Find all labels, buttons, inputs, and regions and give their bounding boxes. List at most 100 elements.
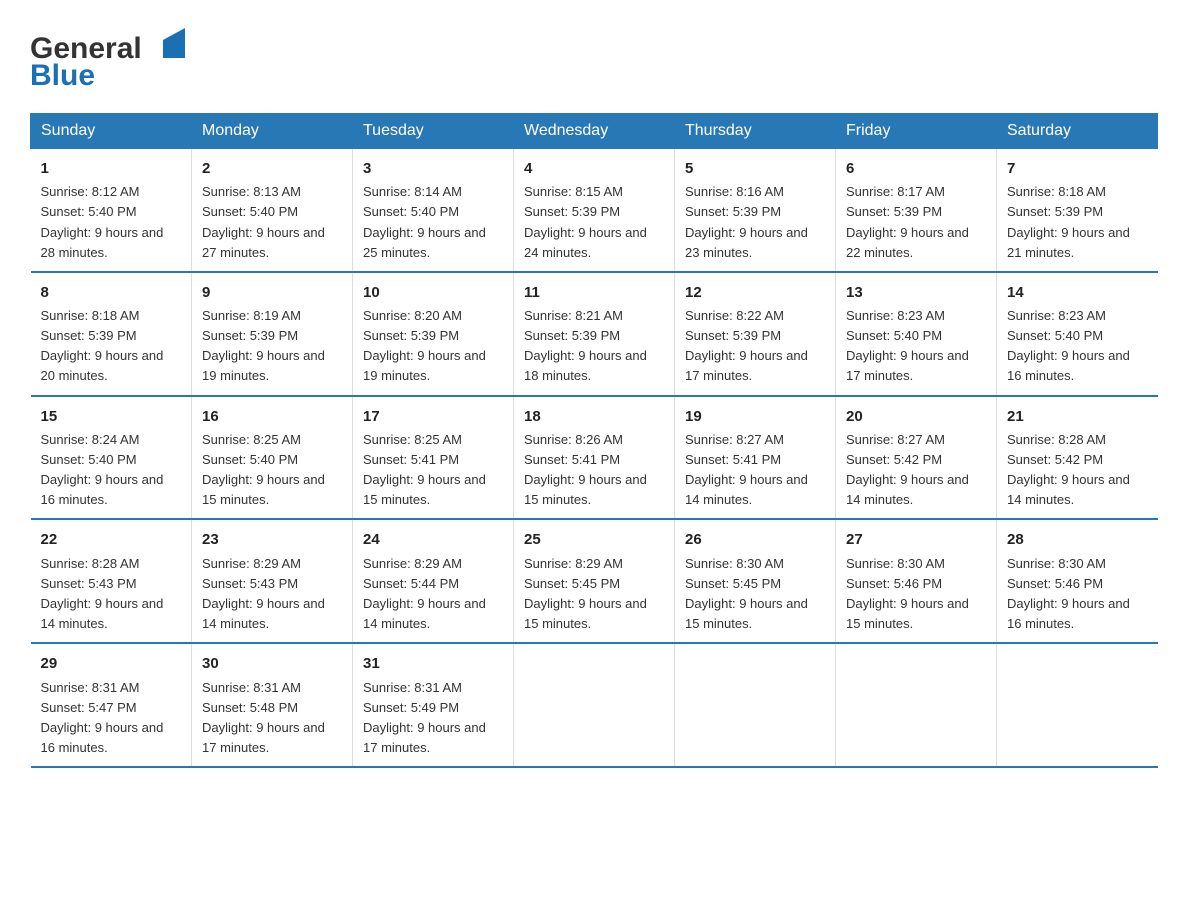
day-info: Sunrise: 8:15 AMSunset: 5:39 PMDaylight:… <box>524 182 664 263</box>
day-number: 15 <box>41 405 182 428</box>
day-info: Sunrise: 8:12 AMSunset: 5:40 PMDaylight:… <box>41 182 182 263</box>
header-saturday: Saturday <box>997 114 1158 149</box>
header-sunday: Sunday <box>31 114 192 149</box>
calendar-cell: 30Sunrise: 8:31 AMSunset: 5:48 PMDayligh… <box>192 643 353 767</box>
day-number: 31 <box>363 652 503 675</box>
calendar-cell: 7Sunrise: 8:18 AMSunset: 5:39 PMDaylight… <box>997 149 1158 272</box>
calendar-week-row: 29 Sunrise: 8:31 AMSunset: 5:47 PMDayligh… <box>31 643 1158 767</box>
day-number: 28 <box>1007 528 1148 551</box>
day-info: Sunrise: 8:18 AMSunset: 5:39 PMDaylight:… <box>41 306 182 387</box>
calendar-cell: 20Sunrise: 8:27 AMSunset: 5:42 PMDayligh… <box>836 396 997 520</box>
calendar-cell <box>675 643 836 767</box>
calendar-week-row: 22 Sunrise: 8:28 AMSunset: 5:43 PMDayligh… <box>31 519 1158 643</box>
day-number: 27 <box>846 528 986 551</box>
header-thursday: Thursday <box>675 114 836 149</box>
day-info: Sunrise: 8:23 AMSunset: 5:40 PMDaylight:… <box>1007 306 1148 387</box>
day-number: 29 <box>41 652 182 675</box>
day-number: 8 <box>41 281 182 304</box>
calendar-cell: 1Sunrise: 8:12 AMSunset: 5:40 PMDaylight… <box>31 149 192 272</box>
day-info: Sunrise: 8:29 AMSunset: 5:44 PMDaylight:… <box>363 554 503 635</box>
day-info: Sunrise: 8:29 AMSunset: 5:45 PMDaylight:… <box>524 554 664 635</box>
header-wednesday: Wednesday <box>514 114 675 149</box>
calendar-cell: 10Sunrise: 8:20 AMSunset: 5:39 PMDayligh… <box>353 272 514 396</box>
header-monday: Monday <box>192 114 353 149</box>
calendar-cell: 12Sunrise: 8:22 AMSunset: 5:39 PMDayligh… <box>675 272 836 396</box>
day-number: 23 <box>202 528 342 551</box>
header-friday: Friday <box>836 114 997 149</box>
calendar-header-row: SundayMondayTuesdayWednesdayThursdayFrid… <box>31 114 1158 149</box>
day-info: Sunrise: 8:20 AMSunset: 5:39 PMDaylight:… <box>363 306 503 387</box>
day-number: 6 <box>846 157 986 180</box>
day-number: 16 <box>202 405 342 428</box>
day-number: 3 <box>363 157 503 180</box>
calendar-cell: 22 Sunrise: 8:28 AMSunset: 5:43 PMDayligh… <box>31 519 192 643</box>
day-info: Sunrise: 8:31 AMSunset: 5:49 PMDaylight:… <box>363 678 503 759</box>
day-number: 9 <box>202 281 342 304</box>
calendar-cell: 21Sunrise: 8:28 AMSunset: 5:42 PMDayligh… <box>997 396 1158 520</box>
day-number: 19 <box>685 405 825 428</box>
logo-svg: General Blue <box>30 20 185 95</box>
calendar-cell: 5Sunrise: 8:16 AMSunset: 5:39 PMDaylight… <box>675 149 836 272</box>
day-number: 17 <box>363 405 503 428</box>
calendar-week-row: 1Sunrise: 8:12 AMSunset: 5:40 PMDaylight… <box>31 149 1158 272</box>
day-number: 10 <box>363 281 503 304</box>
calendar-week-row: 8Sunrise: 8:18 AMSunset: 5:39 PMDaylight… <box>31 272 1158 396</box>
day-number: 25 <box>524 528 664 551</box>
day-number: 21 <box>1007 405 1148 428</box>
calendar-cell: 18Sunrise: 8:26 AMSunset: 5:41 PMDayligh… <box>514 396 675 520</box>
day-number: 26 <box>685 528 825 551</box>
calendar-cell: 29 Sunrise: 8:31 AMSunset: 5:47 PMDayligh… <box>31 643 192 767</box>
day-number: 4 <box>524 157 664 180</box>
day-info: Sunrise: 8:18 AMSunset: 5:39 PMDaylight:… <box>1007 182 1148 263</box>
calendar-week-row: 15Sunrise: 8:24 AMSunset: 5:40 PMDayligh… <box>31 396 1158 520</box>
day-number: 14 <box>1007 281 1148 304</box>
day-info: Sunrise: 8:14 AMSunset: 5:40 PMDaylight:… <box>363 182 503 263</box>
calendar-cell: 9Sunrise: 8:19 AMSunset: 5:39 PMDaylight… <box>192 272 353 396</box>
day-number: 7 <box>1007 157 1148 180</box>
calendar-cell: 16Sunrise: 8:25 AMSunset: 5:40 PMDayligh… <box>192 396 353 520</box>
day-number: 30 <box>202 652 342 675</box>
day-info: Sunrise: 8:30 AMSunset: 5:46 PMDaylight:… <box>846 554 986 635</box>
calendar-cell: 26Sunrise: 8:30 AMSunset: 5:45 PMDayligh… <box>675 519 836 643</box>
calendar-cell <box>514 643 675 767</box>
calendar-cell: 8Sunrise: 8:18 AMSunset: 5:39 PMDaylight… <box>31 272 192 396</box>
header-tuesday: Tuesday <box>353 114 514 149</box>
day-number: 2 <box>202 157 342 180</box>
calendar-cell: 15Sunrise: 8:24 AMSunset: 5:40 PMDayligh… <box>31 396 192 520</box>
calendar-cell: 25 Sunrise: 8:29 AMSunset: 5:45 PMDayligh… <box>514 519 675 643</box>
calendar-cell: 17Sunrise: 8:25 AMSunset: 5:41 PMDayligh… <box>353 396 514 520</box>
calendar-table: SundayMondayTuesdayWednesdayThursdayFrid… <box>30 113 1158 768</box>
calendar-cell: 31 Sunrise: 8:31 AMSunset: 5:49 PMDayligh… <box>353 643 514 767</box>
day-info: Sunrise: 8:26 AMSunset: 5:41 PMDaylight:… <box>524 430 664 511</box>
day-number: 5 <box>685 157 825 180</box>
day-info: Sunrise: 8:19 AMSunset: 5:39 PMDaylight:… <box>202 306 342 387</box>
day-info: Sunrise: 8:28 AMSunset: 5:43 PMDaylight:… <box>41 554 182 635</box>
day-number: 13 <box>846 281 986 304</box>
day-info: Sunrise: 8:31 AMSunset: 5:47 PMDaylight:… <box>41 678 182 759</box>
day-number: 24 <box>363 528 503 551</box>
day-number: 11 <box>524 281 664 304</box>
calendar-cell: 28 Sunrise: 8:30 AMSunset: 5:46 PMDayligh… <box>997 519 1158 643</box>
calendar-cell: 4Sunrise: 8:15 AMSunset: 5:39 PMDaylight… <box>514 149 675 272</box>
calendar-cell: 13Sunrise: 8:23 AMSunset: 5:40 PMDayligh… <box>836 272 997 396</box>
day-info: Sunrise: 8:17 AMSunset: 5:39 PMDaylight:… <box>846 182 986 263</box>
calendar-cell: 27 Sunrise: 8:30 AMSunset: 5:46 PMDayligh… <box>836 519 997 643</box>
day-info: Sunrise: 8:30 AMSunset: 5:46 PMDaylight:… <box>1007 554 1148 635</box>
day-info: Sunrise: 8:29 AMSunset: 5:43 PMDaylight:… <box>202 554 342 635</box>
day-number: 12 <box>685 281 825 304</box>
day-info: Sunrise: 8:27 AMSunset: 5:42 PMDaylight:… <box>846 430 986 511</box>
day-info: Sunrise: 8:28 AMSunset: 5:42 PMDaylight:… <box>1007 430 1148 511</box>
svg-text:Blue: Blue <box>30 59 95 92</box>
calendar-cell: 11Sunrise: 8:21 AMSunset: 5:39 PMDayligh… <box>514 272 675 396</box>
calendar-cell: 24 Sunrise: 8:29 AMSunset: 5:44 PMDayligh… <box>353 519 514 643</box>
calendar-cell: 2Sunrise: 8:13 AMSunset: 5:40 PMDaylight… <box>192 149 353 272</box>
day-number: 1 <box>41 157 182 180</box>
day-info: Sunrise: 8:25 AMSunset: 5:40 PMDaylight:… <box>202 430 342 511</box>
day-info: Sunrise: 8:24 AMSunset: 5:40 PMDaylight:… <box>41 430 182 511</box>
day-info: Sunrise: 8:23 AMSunset: 5:40 PMDaylight:… <box>846 306 986 387</box>
calendar-cell: 6Sunrise: 8:17 AMSunset: 5:39 PMDaylight… <box>836 149 997 272</box>
calendar-cell: 3Sunrise: 8:14 AMSunset: 5:40 PMDaylight… <box>353 149 514 272</box>
day-number: 22 <box>41 528 182 551</box>
calendar-cell: 23 Sunrise: 8:29 AMSunset: 5:43 PMDayligh… <box>192 519 353 643</box>
day-number: 18 <box>524 405 664 428</box>
